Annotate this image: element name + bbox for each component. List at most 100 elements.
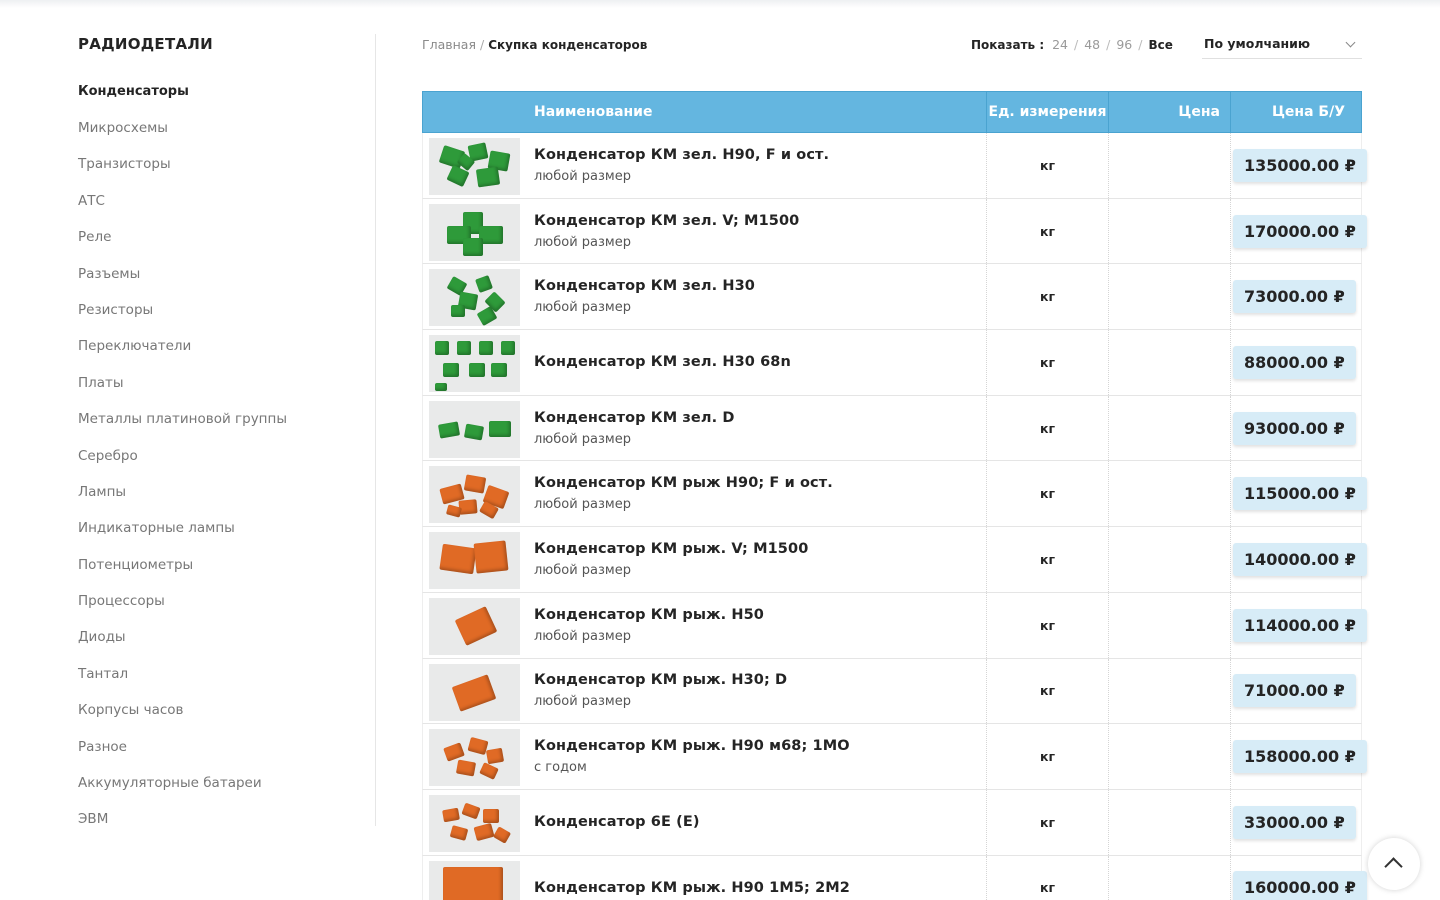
product-name[interactable]: Конденсатор КМ рыж. Н50 — [534, 607, 986, 623]
price-cell — [1109, 527, 1231, 592]
header-unit[interactable]: Ед. измерения — [987, 92, 1109, 132]
sidebar-item[interactable]: Корпусы часов — [78, 692, 375, 728]
product-name[interactable]: Конденсатор КМ рыж. Н90 м68; 1МО — [534, 738, 986, 754]
sort-dropdown[interactable]: По умолчанию — [1202, 33, 1362, 59]
per-page-option-96[interactable]: 96 — [1116, 37, 1132, 52]
sidebar-item[interactable]: Серебро — [78, 438, 375, 474]
breadcrumb-home-link[interactable]: Главная — [422, 37, 476, 52]
table-row[interactable]: Конденсатор КМ рыж. Н30; D любой размер кг… — [422, 658, 1362, 725]
sidebar-item[interactable]: Реле — [78, 219, 375, 255]
product-name[interactable]: Конденсатор 6Е (Е) — [534, 814, 986, 830]
sidebar-item[interactable]: АТС — [78, 183, 375, 219]
product-size: любой размер — [534, 694, 631, 710]
product-name[interactable]: Конденсатор КМ зел. Н30 68n — [534, 354, 986, 370]
sidebar-item[interactable]: Процессоры — [78, 583, 375, 619]
sidebar-item[interactable]: Аккумуляторные батареи — [78, 765, 375, 801]
used-price-badge[interactable]: 88000.00 ₽ — [1233, 345, 1356, 379]
used-price-badge[interactable]: 135000.00 ₽ — [1233, 148, 1367, 182]
product-image-cell — [423, 724, 529, 789]
product-thumbnail[interactable] — [429, 400, 520, 458]
sidebar-item[interactable]: ЭВМ — [78, 801, 375, 837]
header-used-price[interactable]: Цена Б/У — [1231, 92, 1361, 132]
product-size: любой размер — [534, 562, 631, 578]
product-name[interactable]: Конденсатор КМ рыж. V; М1500 — [534, 541, 986, 557]
product-thumbnail[interactable] — [429, 729, 520, 787]
used-price-cell: 135000.00 ₽ — [1231, 133, 1367, 198]
breadcrumb-current: Скупка конденсаторов — [488, 38, 648, 52]
product-name[interactable]: Конденсатор КМ рыж. Н90 1М5; 2М2 — [534, 880, 986, 896]
used-price-badge[interactable]: 33000.00 ₽ — [1233, 805, 1356, 839]
table-row[interactable]: Конденсатор КМ рыж. Н90 1М5; 2М2 кг 160000… — [422, 855, 1367, 900]
product-name[interactable]: Конденсатор КМ рыж Н90; F и ост. — [534, 475, 986, 491]
product-thumbnail[interactable] — [429, 532, 520, 590]
capacitor-shape — [485, 747, 505, 765]
product-thumbnail[interactable] — [429, 138, 520, 195]
table-row[interactable]: Конденсатор КМ рыж Н90; F и ост. любой ра… — [422, 461, 1367, 528]
product-image-cell — [423, 396, 529, 461]
table-row[interactable]: Конденсатор КМ рыж. Н50 любой размер кг 114… — [422, 592, 1367, 659]
table-row[interactable]: Конденсатор КМ зел. Н30 68n кг 88000.00 ₽ — [422, 330, 1362, 396]
scroll-to-top-button[interactable] — [1368, 838, 1420, 890]
product-thumbnail[interactable] — [429, 466, 520, 524]
product-thumbnail[interactable] — [429, 269, 520, 327]
sidebar-item[interactable]: Диоды — [78, 619, 375, 655]
sidebar-item[interactable]: Транзисторы — [78, 146, 375, 182]
product-size: любой размер — [534, 431, 631, 447]
table-row[interactable]: Конденсатор КМ зел. V; М1500 любой размер… — [422, 198, 1367, 265]
per-page-option-all[interactable]: Все — [1148, 38, 1172, 52]
product-thumbnail[interactable] — [429, 203, 520, 261]
capacitor-shape — [492, 826, 512, 844]
sidebar-item[interactable]: Микросхемы — [78, 110, 375, 146]
sidebar-item[interactable]: Индикаторные лампы — [78, 510, 375, 546]
used-price-cell: 170000.00 ₽ — [1231, 199, 1367, 264]
per-page-option-48[interactable]: 48 — [1084, 37, 1100, 52]
product-name[interactable]: Конденсатор КМ зел. D — [534, 410, 986, 426]
used-price-badge[interactable]: 114000.00 ₽ — [1233, 608, 1367, 642]
used-price-badge[interactable]: 115000.00 ₽ — [1233, 477, 1367, 511]
used-price-badge[interactable]: 158000.00 ₽ — [1233, 740, 1367, 774]
product-thumbnail[interactable] — [429, 794, 520, 852]
table-row[interactable]: Конденсатор КМ зел. Н30 любой размер кг 730… — [422, 264, 1362, 331]
sidebar-item[interactable]: Тантал — [78, 656, 375, 692]
capacitor-shape — [457, 341, 471, 356]
sidebar-item[interactable]: Конденсаторы — [78, 74, 375, 110]
used-price-badge[interactable]: 71000.00 ₽ — [1233, 674, 1356, 708]
product-image-cell — [423, 199, 529, 264]
per-page-option-24[interactable]: 24 — [1052, 37, 1068, 52]
sidebar-item[interactable]: Разъемы — [78, 256, 375, 292]
capacitor-shape — [454, 605, 498, 646]
product-thumbnail[interactable] — [429, 860, 520, 900]
header-price[interactable]: Цена — [1109, 92, 1231, 132]
sidebar-item[interactable]: Потенциометры — [78, 547, 375, 583]
product-name[interactable]: Конденсатор КМ зел. Н90, F и ост. — [534, 147, 986, 163]
category-sidebar: РАДИОДЕТАЛИ Конденсаторы Микросхемы Транзи… — [78, 34, 376, 827]
sidebar-item[interactable]: Разное — [78, 729, 375, 765]
table-row[interactable]: Конденсатор КМ рыж. V; М1500 любой размер… — [422, 527, 1367, 593]
product-thumbnail[interactable] — [429, 663, 520, 721]
price-cell — [1109, 658, 1231, 724]
unit-cell: кг — [987, 461, 1109, 527]
product-thumbnail[interactable] — [429, 335, 520, 393]
sidebar-item[interactable]: Платы — [78, 365, 375, 401]
used-price-badge[interactable]: 140000.00 ₽ — [1233, 542, 1367, 576]
capacitor-shape — [501, 341, 515, 356]
product-name[interactable]: Конденсатор КМ зел. Н30 — [534, 278, 986, 294]
header-name[interactable]: Наименование — [423, 92, 987, 132]
product-thumbnail[interactable] — [429, 597, 520, 655]
sidebar-item[interactable]: Металлы платиновой группы — [78, 401, 375, 437]
used-price-badge[interactable]: 160000.00 ₽ — [1233, 871, 1367, 900]
table-row[interactable]: Конденсатор КМ зел. D любой размер кг 93000… — [422, 395, 1362, 462]
product-name[interactable]: Конденсатор КМ зел. V; М1500 — [534, 213, 986, 229]
product-image-cell — [423, 264, 529, 329]
product-name[interactable]: Конденсатор КМ рыж. Н30; D — [534, 672, 986, 688]
used-price-badge[interactable]: 73000.00 ₽ — [1233, 280, 1356, 314]
table-row[interactable]: Конденсатор КМ рыж. Н90 м68; 1МО с годом к… — [422, 724, 1367, 790]
used-price-badge[interactable]: 170000.00 ₽ — [1233, 214, 1367, 248]
table-row[interactable]: Конденсатор 6Е (Е) кг 33000.00 ₽ — [422, 789, 1362, 856]
sidebar-item[interactable]: Лампы — [78, 474, 375, 510]
sidebar-item[interactable]: Переключатели — [78, 328, 375, 364]
used-price-badge[interactable]: 93000.00 ₽ — [1233, 411, 1356, 445]
breadcrumb-separator: / — [480, 37, 485, 52]
table-row[interactable]: Конденсатор КМ зел. Н90, F и ост. любой р… — [422, 133, 1367, 199]
sidebar-item[interactable]: Резисторы — [78, 292, 375, 328]
